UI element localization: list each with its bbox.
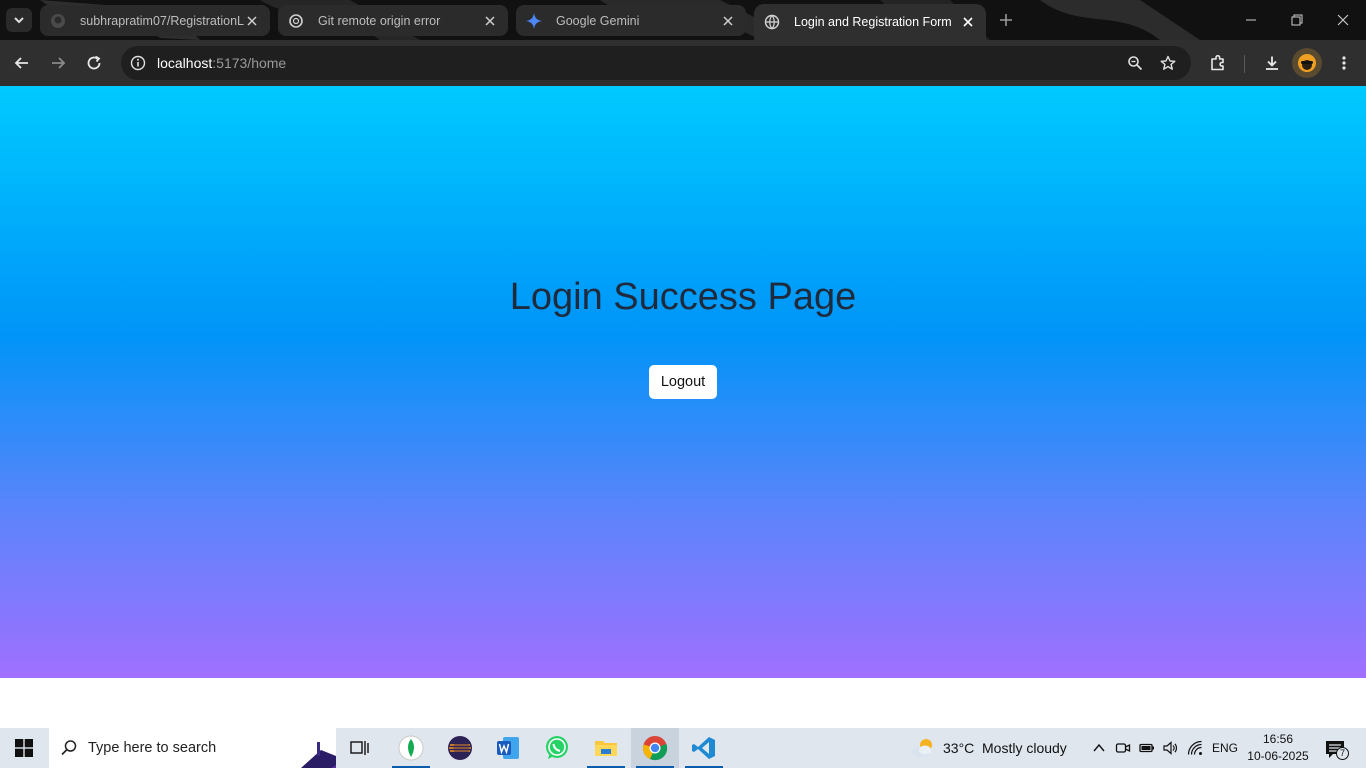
url-host: localhost — [157, 55, 213, 71]
close-tab-icon[interactable] — [960, 14, 976, 30]
zoom-icon[interactable] — [1127, 55, 1143, 71]
chrome-icon — [643, 736, 668, 761]
minimize-button[interactable] — [1228, 0, 1274, 40]
close-window-button[interactable] — [1320, 0, 1366, 40]
restore-icon — [1291, 14, 1303, 26]
file-explorer-icon — [595, 741, 617, 756]
close-tab-icon[interactable] — [244, 13, 260, 29]
bookmark-star-icon[interactable] — [1160, 55, 1176, 71]
extensions-button[interactable] — [1202, 47, 1234, 79]
search-icon — [60, 739, 78, 757]
page-content: Login Success Page Logout — [0, 86, 1366, 678]
new-tab-button[interactable] — [992, 7, 1020, 33]
word-icon — [497, 737, 519, 759]
reload-icon — [87, 55, 101, 70]
notification-count-badge: 7 — [1336, 747, 1349, 760]
clock-time: 16:56 — [1262, 732, 1294, 746]
tab-title: subhrapratim07/RegistrationLo — [80, 13, 244, 28]
meet-now-icon[interactable] — [1115, 740, 1131, 756]
back-button[interactable] — [6, 47, 38, 79]
taskbar-app-eclipse[interactable] — [436, 728, 484, 768]
chevron-down-icon — [14, 17, 24, 24]
taskbar-app-whatsapp[interactable] — [533, 728, 581, 768]
logout-button[interactable]: Logout — [649, 365, 717, 399]
search-highlight-image — [301, 728, 336, 768]
weather-condition[interactable]: Mostly cloudy — [982, 740, 1067, 756]
wifi-icon[interactable] — [1187, 740, 1203, 756]
taskbar-search[interactable]: Type here to search — [49, 728, 336, 768]
tab-search-button[interactable] — [6, 8, 32, 32]
tab-title: Git remote origin error — [318, 13, 441, 28]
address-bar[interactable]: localhost:5173/home — [121, 46, 1191, 80]
battery-icon[interactable] — [1139, 740, 1155, 756]
vscode-icon — [692, 737, 715, 759]
mongodb-compass-icon — [398, 735, 424, 761]
start-button[interactable] — [0, 728, 48, 768]
url-path: :5173/home — [212, 55, 287, 71]
restore-button[interactable] — [1274, 0, 1320, 40]
profile-avatar[interactable] — [1292, 48, 1322, 78]
plus-icon — [1000, 14, 1012, 26]
page-heading: Login Success Page — [509, 276, 857, 318]
tab-title: Google Gemini — [556, 13, 640, 28]
arrow-left-icon — [14, 57, 28, 69]
tab-gemini[interactable]: Google Gemini — [516, 5, 746, 36]
close-icon — [1337, 14, 1349, 26]
more-vertical-icon — [1342, 56, 1346, 70]
weather-icon[interactable] — [910, 736, 936, 760]
tab-strip: subhrapratim07/RegistrationLo Git remote… — [0, 0, 1366, 40]
toolbar-separator — [1244, 55, 1245, 73]
taskbar-app-mongodb-compass[interactable] — [387, 728, 435, 768]
minimize-icon — [1246, 19, 1256, 21]
avatar-icon — [1292, 48, 1322, 78]
taskbar-app-chrome[interactable] — [631, 728, 679, 768]
close-tab-icon[interactable] — [720, 13, 736, 29]
chevron-up-icon[interactable] — [1091, 740, 1107, 756]
download-icon — [1266, 56, 1278, 70]
menu-button[interactable] — [1328, 47, 1360, 79]
whatsapp-icon — [546, 736, 568, 759]
taskbar-clock[interactable]: 16:56 10-06-2025 — [1240, 731, 1316, 765]
taskbar-app-word[interactable] — [484, 728, 532, 768]
task-view-button[interactable] — [336, 728, 384, 768]
windows-logo-icon — [15, 739, 33, 757]
taskbar-app-vscode[interactable] — [680, 728, 728, 768]
notification-center-button[interactable]: 7 — [1325, 740, 1349, 760]
chatgpt-icon — [288, 13, 304, 29]
forward-button[interactable] — [42, 47, 74, 79]
reload-button[interactable] — [78, 47, 110, 79]
github-icon — [50, 13, 66, 29]
close-tab-icon[interactable] — [482, 13, 498, 29]
downloads-button[interactable] — [1256, 47, 1288, 79]
search-placeholder: Type here to search — [88, 740, 217, 756]
tab-github[interactable]: subhrapratim07/RegistrationLo — [40, 5, 270, 36]
url-text[interactable]: localhost:5173/home — [157, 55, 286, 71]
puzzle-icon — [1211, 54, 1224, 71]
taskbar-app-file-explorer[interactable] — [582, 728, 630, 768]
tab-title: Login and Registration Form — [794, 15, 952, 29]
tab-login-registration[interactable]: Login and Registration Form — [754, 4, 986, 40]
windows-taskbar: Type here to search 33°C Mostly cloudy E… — [0, 728, 1366, 768]
volume-icon[interactable] — [1162, 740, 1178, 756]
arrow-right-icon — [52, 57, 66, 69]
browser-toolbar: localhost:5173/home — [0, 40, 1366, 86]
weather-temperature[interactable]: 33°C — [943, 740, 974, 756]
eclipse-icon — [448, 736, 472, 760]
globe-icon — [764, 14, 780, 30]
clock-date: 10-06-2025 — [1247, 749, 1309, 763]
tab-git-error[interactable]: Git remote origin error — [278, 5, 508, 36]
task-view-icon — [350, 741, 369, 755]
gemini-icon — [526, 12, 542, 29]
input-language[interactable]: ENG — [1212, 741, 1238, 755]
site-info-icon[interactable] — [130, 55, 146, 71]
